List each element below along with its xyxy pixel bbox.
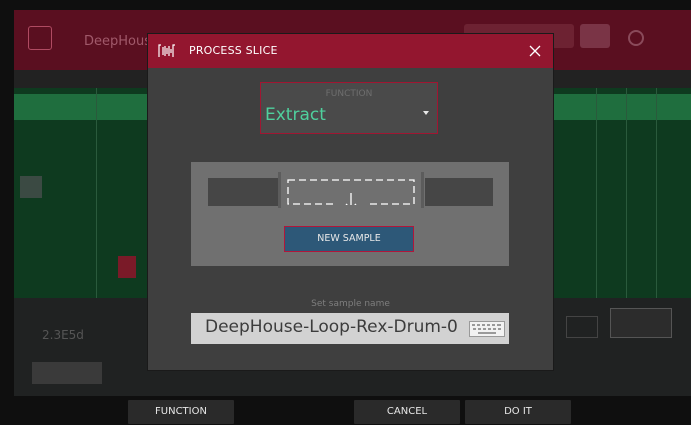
bottom-bar: FUNCTION CANCEL DO IT — [0, 398, 691, 425]
bg-slice-line — [656, 88, 657, 298]
bg-icon — [566, 316, 598, 338]
bg-slice-line — [96, 88, 97, 298]
dialog-title: PROCESS SLICE — [189, 44, 278, 57]
bg-value: 2.3E5d — [42, 328, 84, 342]
bg-button — [610, 308, 672, 338]
keyboard-icon[interactable] — [469, 321, 505, 337]
do-it-button[interactable]: DO IT — [465, 400, 571, 424]
close-icon[interactable] — [526, 42, 544, 60]
bg-zoom-button — [580, 24, 610, 48]
sample-name-label: Set sample name — [311, 299, 390, 309]
sample-name-value: DeepHouse-Loop-Rex-Drum-0 — [205, 317, 458, 337]
process-slice-dialog: PROCESS SLICE FUNCTION Extract NEW SAMPL… — [148, 34, 553, 370]
left-region — [208, 178, 278, 206]
dialog-header: PROCESS SLICE — [148, 34, 553, 68]
function-label: FUNCTION — [325, 89, 373, 99]
slice-preview: NEW SAMPLE — [191, 162, 509, 266]
slice-start-marker — [278, 172, 281, 208]
function-value: Extract — [265, 105, 326, 125]
slice-end-marker — [421, 172, 424, 208]
down-arrow-icon — [287, 179, 415, 205]
function-select[interactable]: FUNCTION Extract — [260, 82, 438, 134]
right-region — [425, 178, 493, 206]
cancel-button[interactable]: CANCEL — [354, 400, 460, 424]
bg-marker — [20, 176, 42, 198]
new-sample-button[interactable]: NEW SAMPLE — [284, 226, 414, 252]
function-button[interactable]: FUNCTION — [128, 400, 234, 424]
bg-menu-icon — [28, 26, 52, 50]
bg-tab — [32, 362, 102, 384]
bg-slice-line — [596, 88, 597, 298]
bg-marker — [118, 256, 136, 278]
waveform-icon — [158, 44, 175, 57]
dropdown-caret-icon — [423, 111, 429, 115]
bg-settings-icon — [628, 30, 644, 46]
sample-name-input[interactable]: DeepHouse-Loop-Rex-Drum-0 — [191, 313, 509, 344]
bg-slice-line — [626, 88, 627, 298]
